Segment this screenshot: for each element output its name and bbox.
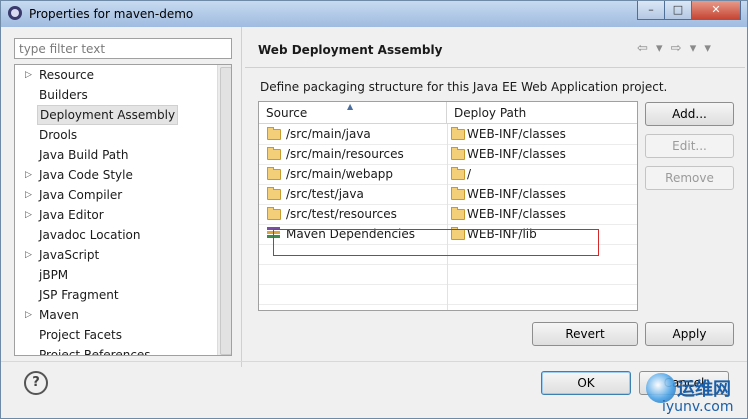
deploy-path-cell: WEB-INF/classes <box>467 147 566 161</box>
properties-dialog: Properties for maven-demo – □ ✕ ▷ Resour… <box>0 0 748 419</box>
nav-item-java-compiler[interactable]: ▷ Java Compiler <box>15 185 215 205</box>
nav-item-java-editor[interactable]: ▷ Java Editor <box>15 205 215 225</box>
table-row[interactable]: /src/main/webapp / <box>259 164 637 185</box>
nav-item-label: jBPM <box>39 268 69 282</box>
source-cell: /src/test/resources <box>286 207 397 221</box>
source-cell: /src/test/java <box>286 187 364 201</box>
nav-item-drools[interactable]: Drools <box>15 125 215 145</box>
nav-item-java-build-path[interactable]: Java Build Path <box>15 145 215 165</box>
pane-divider[interactable] <box>241 27 242 367</box>
nav-item-label: Java Compiler <box>39 188 123 202</box>
nav-item-label: Java Build Path <box>39 148 129 162</box>
nav-item-label: Java Code Style <box>39 168 133 182</box>
nav-item-label: Drools <box>39 128 78 142</box>
source-cell: /src/main/resources <box>286 147 404 161</box>
expand-arrow-icon[interactable]: ▷ <box>25 185 32 205</box>
page-title: Web Deployment Assembly <box>258 43 443 57</box>
footer-separator <box>1 361 747 362</box>
maximize-button[interactable]: □ <box>664 1 692 20</box>
nav-item-label: JavaScript <box>39 248 100 262</box>
nav-item-builders[interactable]: Builders <box>15 85 215 105</box>
nav-item-label: Maven <box>39 308 79 322</box>
expand-arrow-icon[interactable]: ▷ <box>25 245 32 265</box>
remove-button[interactable]: Remove <box>645 166 734 190</box>
watermark-text: 运维网 <box>677 379 731 400</box>
nav-item-javascript[interactable]: ▷ JavaScript <box>15 245 215 265</box>
nav-item-resource[interactable]: ▷ Resource <box>15 65 215 85</box>
column-divider <box>447 124 448 310</box>
eclipse-icon <box>8 6 22 20</box>
expand-arrow-icon[interactable]: ▷ <box>25 205 32 225</box>
nav-item-jbpm[interactable]: jBPM <box>15 265 215 285</box>
title-separator <box>245 67 745 68</box>
table-row[interactable]: /src/main/java WEB-INF/classes <box>259 124 637 145</box>
nav-item-label: Project Facets <box>39 328 122 342</box>
column-header-label: Source <box>266 106 308 120</box>
folder-icon <box>451 147 465 160</box>
page-description: Define packaging structure for this Java… <box>260 80 668 94</box>
sidebar-scrollbar[interactable] <box>217 65 231 355</box>
table-row-empty <box>259 264 637 285</box>
column-header-deploy-path[interactable]: Deploy Path <box>447 102 637 124</box>
nav-item-deployment-assembly[interactable]: Deployment Assembly <box>15 105 215 125</box>
back-forward-arrows-icon[interactable]: ⇦ ▾ ⇨ ▾ ▾ <box>637 41 713 56</box>
annotation-highlight-box <box>273 229 599 256</box>
source-cell: /src/main/webapp <box>286 167 394 181</box>
assembly-table: Source ▲ Deploy Path /src/main/java WEB-… <box>258 101 638 311</box>
nav-item-java-code-style[interactable]: ▷ Java Code Style <box>15 165 215 185</box>
nav-item-label: JSP Fragment <box>39 288 119 302</box>
deploy-path-cell: WEB-INF/classes <box>467 187 566 201</box>
expand-arrow-icon[interactable]: ▷ <box>25 305 32 325</box>
nav-item-label: Deployment Assembly <box>37 105 179 125</box>
folder-icon <box>267 207 281 220</box>
table-row[interactable]: /src/test/java WEB-INF/classes <box>259 184 637 205</box>
folder-icon <box>267 127 281 140</box>
nav-item-label: Resource <box>39 68 95 82</box>
nav-item-label: Builders <box>39 88 88 102</box>
nav-item-label: Javadoc Location <box>39 228 141 242</box>
folder-icon <box>267 187 281 200</box>
nav-item-label: Java Editor <box>39 208 104 222</box>
help-icon[interactable]: ? <box>24 371 48 395</box>
ok-button[interactable]: OK <box>541 371 631 395</box>
deploy-path-cell: / <box>467 167 472 181</box>
table-row[interactable]: /src/test/resources WEB-INF/classes <box>259 204 637 225</box>
nav-item-label: Project References <box>39 348 151 356</box>
revert-button[interactable]: Revert <box>532 322 638 346</box>
column-header-source[interactable]: Source ▲ <box>259 102 447 124</box>
folder-icon <box>267 167 281 180</box>
nav-item-javadoc-location[interactable]: Javadoc Location <box>15 225 215 245</box>
filter-input[interactable] <box>14 38 232 59</box>
nav-item-maven[interactable]: ▷ Maven <box>15 305 215 325</box>
folder-icon <box>451 187 465 200</box>
folder-icon <box>267 147 281 160</box>
add-button[interactable]: Add... <box>645 102 734 126</box>
property-page-list: ▷ Resource Builders Deployment Assembly … <box>14 64 232 356</box>
expand-arrow-icon[interactable]: ▷ <box>25 165 32 185</box>
nav-item-project-references[interactable]: Project References <box>15 345 215 356</box>
table-row-empty <box>259 284 637 305</box>
title-bar: Properties for maven-demo – □ ✕ <box>1 1 747 27</box>
deploy-path-cell: WEB-INF/classes <box>467 127 566 141</box>
source-cell: /src/main/java <box>286 127 371 141</box>
minimize-button[interactable]: – <box>637 1 665 20</box>
nav-item-jsp-fragment[interactable]: JSP Fragment <box>15 285 215 305</box>
sort-ascending-icon: ▲ <box>347 102 354 111</box>
expand-arrow-icon[interactable]: ▷ <box>25 65 32 85</box>
watermark-logo: 运维网 iyunv.com <box>644 373 747 418</box>
watermark-url: iyunv.com <box>662 399 734 415</box>
nav-item-project-facets[interactable]: Project Facets <box>15 325 215 345</box>
scrollbar-thumb[interactable] <box>220 67 231 355</box>
edit-button[interactable]: Edit... <box>645 134 734 158</box>
column-header-label: Deploy Path <box>454 106 527 120</box>
folder-icon <box>451 167 465 180</box>
close-button[interactable]: ✕ <box>691 1 741 20</box>
folder-icon <box>451 127 465 140</box>
table-row[interactable]: /src/main/resources WEB-INF/classes <box>259 144 637 165</box>
window-title: Properties for maven-demo <box>29 7 194 21</box>
folder-icon <box>451 207 465 220</box>
deploy-path-cell: WEB-INF/classes <box>467 207 566 221</box>
apply-button[interactable]: Apply <box>645 322 734 346</box>
